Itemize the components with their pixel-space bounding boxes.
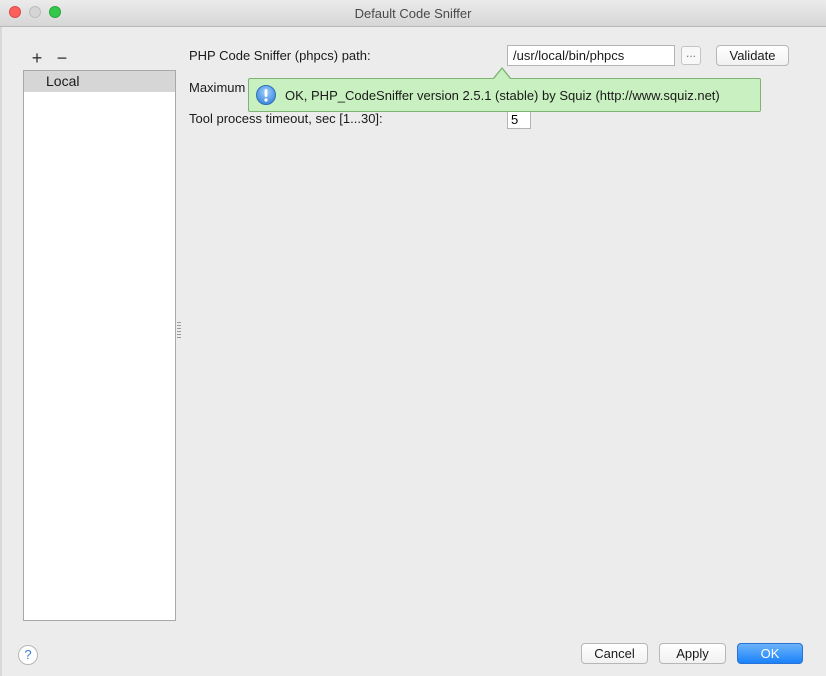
cancel-button[interactable]: Cancel	[581, 643, 648, 664]
tooltip-message: OK, PHP_CodeSniffer version 2.5.1 (stabl…	[285, 88, 720, 103]
ok-button[interactable]: OK	[737, 643, 803, 664]
window-title: Default Code Sniffer	[354, 6, 472, 21]
window-edge	[0, 27, 2, 676]
browse-button[interactable]: ...	[681, 46, 701, 65]
apply-button[interactable]: Apply	[659, 643, 726, 664]
phpcs-path-input[interactable]	[507, 45, 675, 66]
title-bar: Default Code Sniffer	[0, 0, 826, 27]
info-icon	[256, 85, 276, 105]
timeout-input[interactable]	[507, 110, 531, 129]
interpreter-list: Local	[23, 70, 176, 621]
list-item-local[interactable]: Local	[24, 71, 175, 92]
add-icon[interactable]: +	[28, 49, 46, 67]
timeout-label: Tool process timeout, sec [1...30]:	[189, 111, 383, 126]
maximum-label: Maximum	[189, 80, 246, 95]
validation-tooltip: OK, PHP_CodeSniffer version 2.5.1 (stabl…	[248, 78, 761, 112]
validate-button[interactable]: Validate	[716, 45, 789, 66]
tooltip-pointer-fill	[494, 69, 510, 79]
phpcs-path-label: PHP Code Sniffer (phpcs) path:	[189, 48, 371, 63]
splitter-handle[interactable]	[177, 322, 181, 338]
help-button[interactable]: ?	[18, 645, 38, 665]
remove-icon[interactable]: −	[53, 49, 71, 67]
